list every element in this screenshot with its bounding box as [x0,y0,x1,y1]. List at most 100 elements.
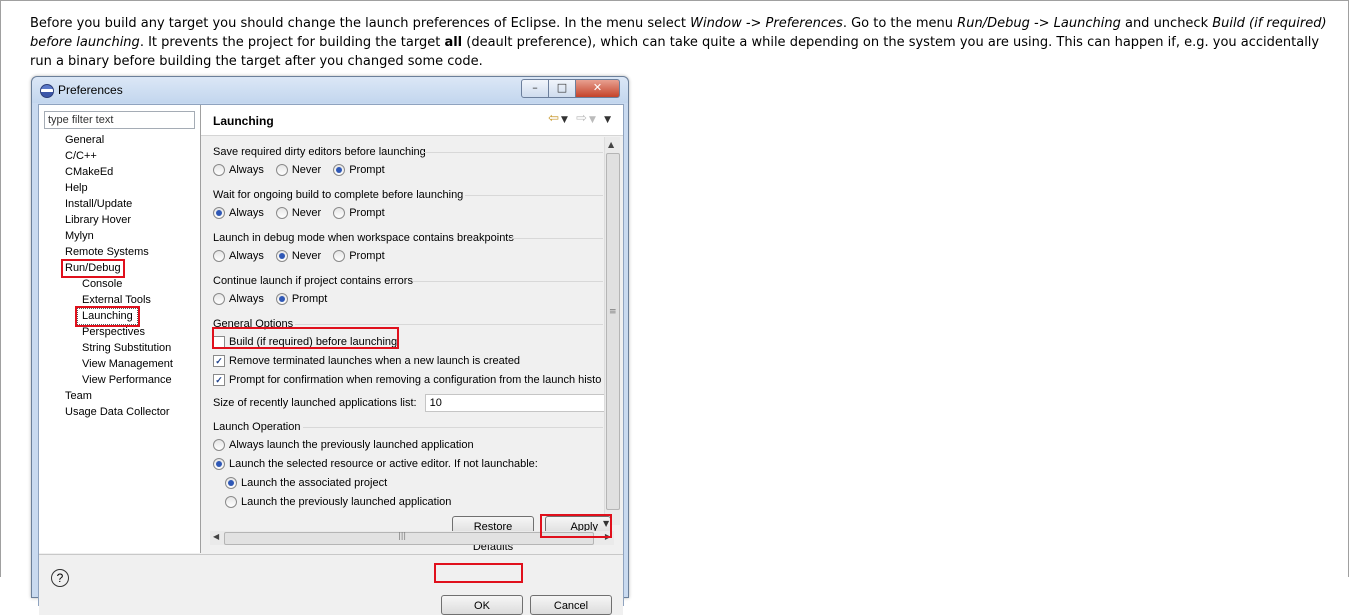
radio-button[interactable] [275,293,288,305]
radio-button[interactable] [213,250,225,262]
scroll-thumb[interactable] [224,532,594,545]
tree-item-external-tools[interactable]: External Tools [82,293,151,308]
checkbox-label: Prompt for confirmation when removing a … [229,374,602,386]
back-arrow-icon[interactable]: ⇦ [548,111,561,126]
group-divider [295,324,603,325]
radio-label: Always [229,293,264,305]
radio-save-never[interactable]: Never [275,164,321,176]
radio-button[interactable] [333,207,346,219]
group-divider [303,427,603,428]
tree-item-help[interactable]: Help [65,181,88,196]
help-icon[interactable]: ? [51,569,69,587]
radio-always-previous[interactable]: Always launch the previously launched ap… [213,439,474,451]
scroll-thumb[interactable] [606,153,620,510]
intro-paragraph: Before you build any target you should c… [30,14,1330,71]
checkbox[interactable]: ✓ [213,355,225,367]
scroll-up-icon[interactable]: ▲ [608,140,614,149]
radio-button[interactable] [225,477,237,489]
radio-associated-project[interactable]: Launch the associated project [225,477,387,489]
tree-item-general[interactable]: General [65,133,104,148]
radio-previous-application[interactable]: Launch the previously launched applicati… [225,496,451,508]
radio-label: Always [229,207,264,219]
tree-item-remote-systems[interactable]: Remote Systems [65,245,149,260]
radio-button[interactable] [225,496,237,508]
forward-arrow-icon[interactable]: ⇨ [576,111,589,126]
group-title: Continue launch if project contains erro… [213,275,413,287]
radio-button[interactable] [275,164,288,176]
radio-wait-prompt[interactable]: Prompt [333,207,385,219]
group-divider [465,195,603,196]
tree-item-team[interactable]: Team [65,389,92,404]
radio-label: Never [291,207,322,219]
recent-list-size-input[interactable]: 10 [424,394,605,412]
scroll-left-icon[interactable]: ◀ [213,532,219,541]
tree-item-string-substitution[interactable]: String Substitution [82,341,171,356]
tree-item-mylyn[interactable]: Mylyn [65,229,94,244]
tree-item-install-update[interactable]: Install/Update [65,197,132,212]
tree-item-run-debug[interactable]: Run/Debug [61,259,125,278]
radio-button[interactable] [213,458,225,470]
title-bar[interactable]: Preferences – □ ✕ [32,77,628,103]
highlight-build-option [212,327,399,349]
tree-item-console[interactable]: Console [82,277,122,292]
intro-text: . It prevents the project for building t… [139,35,445,50]
radio-button[interactable] [213,207,225,219]
window-controls: – □ ✕ [521,79,620,98]
radio-button[interactable] [333,164,346,176]
cancel-button[interactable]: Cancel [530,595,612,615]
intro-text: Before you build any target you should c… [30,16,691,31]
radio-errors-prompt[interactable]: Prompt [275,293,328,305]
tree-item-cmakeed[interactable]: CMakeEd [65,165,113,180]
radio-save-always[interactable]: Always [213,164,264,176]
intro-text: and uncheck [1120,16,1213,31]
radio-wait-always[interactable]: Always [213,207,264,219]
view-menu-icon[interactable]: ▼ [604,115,613,125]
radio-selected-resource[interactable]: Launch the selected resource or active e… [213,458,538,470]
tree-item-perspectives[interactable]: Perspectives [82,325,145,340]
intro-text: . Go to the menu [842,16,958,31]
radio-label: Always [229,164,264,176]
radio-debug-prompt[interactable]: Prompt [333,250,385,262]
tree-item-usage-data-collector[interactable]: Usage Data Collector [65,405,170,420]
radio-button[interactable] [213,293,225,305]
tree-item-view-management[interactable]: View Management [82,357,173,372]
minimize-button[interactable]: – [521,79,549,98]
radio-button[interactable] [333,250,346,262]
radio-button[interactable] [213,439,225,451]
close-button[interactable]: ✕ [575,79,620,98]
radio-label: Launch the associated project [241,477,388,489]
radio-label: Prompt [291,293,328,305]
checkbox-remove-terminated[interactable]: ✓ Remove terminated launches when a new l… [213,355,520,367]
tree-item-view-performance[interactable]: View Performance [82,373,172,388]
radio-group: Always Prompt [213,293,339,305]
radio-save-prompt[interactable]: Prompt [333,164,385,176]
scroll-grip-icon: ≡ [609,307,617,317]
back-dropdown-icon[interactable]: ▼ [561,115,570,125]
dialog-client: type filter text General C/C++ CMakeEd H… [38,104,624,615]
filter-input[interactable]: type filter text [44,111,195,129]
group-divider [507,238,603,239]
preference-tree-pane: type filter text General C/C++ CMakeEd H… [39,105,201,553]
forward-dropdown-icon[interactable]: ▼ [589,115,598,125]
tree-item-launching[interactable]: Launching [75,306,140,327]
tree-item-cpp[interactable]: C/C++ [65,149,97,164]
radio-errors-always[interactable]: Always [213,293,264,305]
radio-button[interactable] [275,250,288,262]
maximize-button[interactable]: □ [548,79,576,98]
group-title: Wait for ongoing build to complete befor… [213,189,464,201]
checkbox[interactable]: ✓ [213,374,225,386]
highlight-apply-button [540,514,612,538]
ok-button[interactable]: OK [441,595,523,615]
radio-label: Prompt [349,207,385,219]
radio-debug-never[interactable]: Never [275,250,321,262]
tree-item-library-hover[interactable]: Library Hover [65,213,131,228]
radio-button[interactable] [275,207,288,219]
group-title: Launch in debug mode when workspace cont… [213,232,514,244]
radio-group: Always Never Prompt [213,250,397,262]
checkbox-prompt-confirm[interactable]: ✓ Prompt for confirmation when removing a… [213,374,601,386]
page-header: Launching ⇦▼ ⇨▼ ▼ [201,105,623,136]
radio-debug-always[interactable]: Always [213,250,264,262]
vertical-scrollbar[interactable]: ▲ ≡ [604,137,620,525]
radio-button[interactable] [213,164,225,176]
radio-wait-never[interactable]: Never [275,207,322,219]
